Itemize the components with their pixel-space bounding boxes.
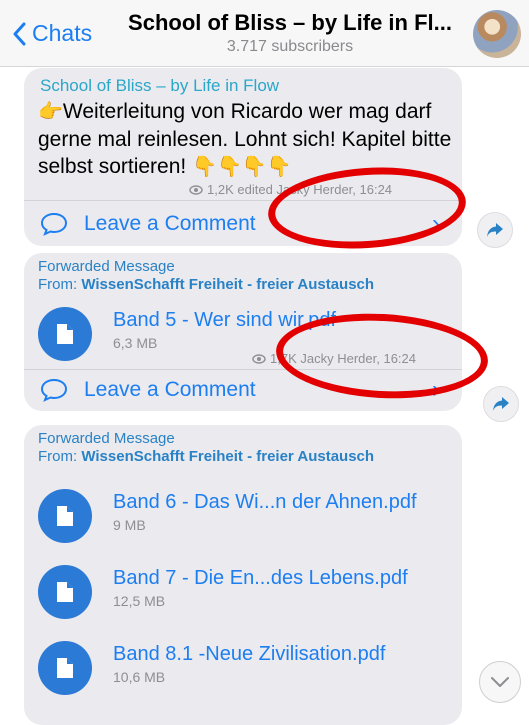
subscriber-count: 3.717 subscribers [226,38,354,55]
back-label: Chats [32,20,93,46]
file-size: 10,6 MB [113,669,166,685]
chevron-down-icon [491,677,509,687]
channel-avatar[interactable] [473,10,521,58]
document-icon [38,307,92,361]
forwarded-from-prefix: From: [38,276,78,293]
leave-comment-label: Leave a Comment [84,378,256,401]
file-size: 6,3 MB [113,335,158,351]
eye-icon [252,353,266,364]
leave-comment-label: Leave a Comment [84,212,256,235]
message-bubble-3: Forwarded Message From: WissenSchafft Fr… [24,425,462,725]
document-icon [38,489,92,543]
eye-icon [189,184,203,195]
forwarded-from-channel: WissenSchafft Freiheit - freier Austausc… [81,448,375,465]
chevron-left-icon [13,22,26,45]
document-icon [38,565,92,619]
forwarded-label: Forwarded Message [38,430,175,447]
share-arrow-icon [487,223,503,237]
forwarded-from-prefix: From: [38,448,78,465]
chat-header: Chats School of Bliss – by Life in Fl...… [0,0,529,67]
pointing-right-emoji: 👉 [38,101,63,123]
file-attachment[interactable]: Band 7 - Die En...des Lebens.pdf 12,5 MB [38,565,458,625]
pointing-down-emojis: 👇👇👇👇 [192,156,292,178]
file-attachment[interactable]: Band 6 - Das Wi...n der Ahnen.pdf 9 MB [38,489,458,549]
document-icon [38,641,92,695]
forwarded-label: Forwarded Message [38,258,175,275]
file-name: Band 8.1 -Neue Zivilisation.pdf [113,643,386,665]
message-sender: School of Bliss – by Life in Flow [40,76,280,95]
channel-info[interactable]: School of Bliss – by Life in Fl... 3.717… [120,10,460,56]
file-name: Band 6 - Das Wi...n der Ahnen.pdf [113,491,417,513]
share-button-2[interactable] [483,386,519,422]
file-size: 12,5 MB [113,593,166,609]
share-arrow-icon [493,397,509,411]
speech-bubble-icon [40,378,68,402]
file-name: Band 7 - Die En...des Lebens.pdf [113,567,408,589]
scroll-down-button[interactable] [479,661,521,703]
channel-title: School of Bliss – by Life in Fl... [128,10,452,35]
back-button[interactable]: Chats [12,20,92,47]
forwarded-from-channel: WissenSchafft Freiheit - freier Austausc… [81,276,375,293]
forwarded-from[interactable]: From: WissenSchafft Freiheit - freier Au… [38,448,374,465]
share-button-1[interactable] [477,212,513,248]
forwarded-from[interactable]: From: WissenSchafft Freiheit - freier Au… [38,276,374,293]
edited-label: edited [237,182,273,197]
file-attachment[interactable]: Band 8.1 -Neue Zivilisation.pdf 10,6 MB [38,641,458,701]
speech-bubble-icon [40,212,68,236]
view-count: 1,2K [207,182,234,197]
file-size: 9 MB [113,517,146,533]
